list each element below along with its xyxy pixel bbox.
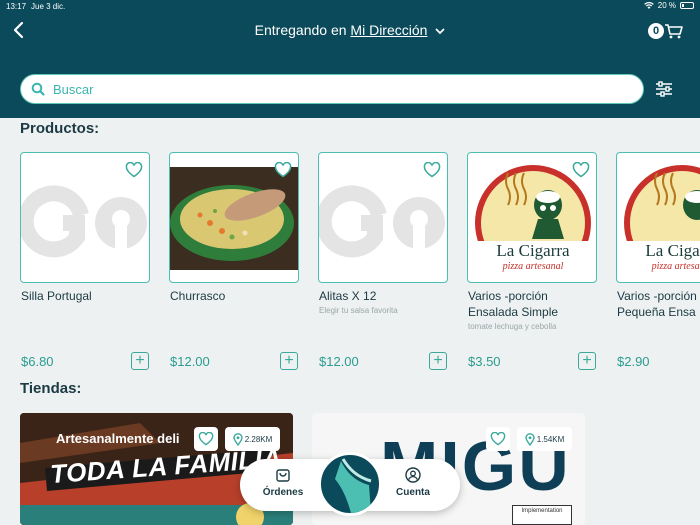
favorite-heart-icon[interactable]	[274, 162, 292, 178]
products-heading: Productos:	[20, 120, 100, 137]
user-icon	[405, 467, 421, 483]
favorite-button[interactable]	[486, 427, 510, 451]
wifi-icon	[643, 1, 654, 9]
product-card[interactable]	[318, 152, 448, 283]
plus-icon: +	[284, 352, 294, 369]
favorite-heart-icon[interactable]	[572, 162, 590, 178]
product-card[interactable]	[169, 152, 299, 283]
product-description: tomate lechuga y cebolla	[468, 322, 557, 331]
search-icon	[31, 82, 45, 96]
store-banner-line1: Artesanalmente deli	[56, 431, 180, 446]
plus-icon: +	[433, 352, 443, 369]
address-link[interactable]: Mi Dirección	[350, 22, 427, 38]
account-label: Cuenta	[396, 487, 430, 498]
heart-icon	[490, 432, 506, 446]
distance-badge: 1.54KM	[517, 427, 572, 451]
chevron-down-icon	[435, 26, 445, 38]
logo-sub-text: pizza artesanal	[651, 261, 700, 272]
heart-icon	[198, 432, 214, 446]
cart-count: 0	[648, 23, 664, 39]
product-price: $12.00	[170, 354, 210, 369]
product-name: Alitas X 12	[319, 289, 377, 303]
plus-icon: +	[135, 352, 145, 369]
product-price: $6.80	[21, 354, 54, 369]
status-date: Jue 3 dic.	[31, 2, 66, 11]
bag-icon	[276, 469, 290, 482]
deliver-prefix: Entregando en	[254, 22, 347, 38]
plus-icon: +	[582, 352, 592, 369]
product-description: Elegir tu salsa favorita	[319, 306, 398, 315]
product-name: Silla Portugal	[21, 289, 92, 303]
status-time: 13:17	[6, 2, 27, 11]
logo-sub-text: pizza artesanal	[502, 261, 564, 272]
battery-percent: 20 %	[657, 1, 676, 10]
distance-text: 1.54KM	[536, 434, 565, 444]
search-input[interactable]	[53, 81, 613, 97]
store-sign-text: Implementation	[521, 508, 563, 514]
product-name: Churrasco	[170, 289, 226, 303]
sliders-icon	[656, 81, 672, 97]
delivery-address[interactable]: Entregando en Mi Dirección	[0, 22, 700, 38]
home-center-button[interactable]	[318, 452, 382, 516]
distance-text: 2.28KM	[244, 434, 273, 444]
add-to-cart-button[interactable]: +	[429, 352, 447, 370]
product-card[interactable]	[20, 152, 150, 283]
product-price: $2.90	[617, 354, 650, 369]
product-card[interactable]: La Cigarra pizza artesanal	[616, 152, 700, 283]
add-to-cart-button[interactable]: +	[131, 352, 149, 370]
product-name: Varios -porción Ensalada Simple	[468, 289, 559, 319]
favorite-button[interactable]	[194, 427, 218, 451]
product-card[interactable]: La Cigarra pizza artesanal	[467, 152, 597, 283]
cart-button[interactable]: 0	[648, 21, 684, 41]
status-right: 20 %	[643, 1, 694, 10]
location-pin-icon	[525, 432, 535, 446]
product-name: Varios -porción Pequeña Ensa	[617, 289, 697, 319]
location-pin-icon	[233, 432, 243, 446]
cart-icon	[665, 24, 683, 39]
orders-tab[interactable]: Órdenes	[248, 467, 318, 498]
status-bar: 13:17 Jue 3 dic. 20 %	[0, 0, 700, 14]
store-sign: Implementation	[512, 505, 572, 525]
search-bar[interactable]	[20, 74, 644, 104]
hand-logo-icon	[335, 458, 372, 513]
favorite-heart-icon[interactable]	[423, 162, 441, 178]
account-tab[interactable]: Cuenta	[378, 467, 448, 498]
add-to-cart-button[interactable]: +	[280, 352, 298, 370]
logo-brand-text: La Cigarra	[496, 241, 570, 260]
add-to-cart-button[interactable]: +	[578, 352, 596, 370]
product-price: $3.50	[468, 354, 501, 369]
favorite-heart-icon[interactable]	[125, 162, 143, 178]
distance-badge: 2.28KM	[225, 427, 280, 451]
product-price: $12.00	[319, 354, 359, 369]
orders-label: Órdenes	[262, 487, 304, 498]
battery-icon	[680, 2, 694, 9]
filter-button[interactable]	[654, 80, 674, 98]
app-header: 13:17 Jue 3 dic. 20 % Entregando en Mi D…	[0, 0, 700, 118]
logo-brand-text: La Cigarra	[645, 241, 700, 260]
stores-heading: Tiendas:	[20, 380, 82, 397]
